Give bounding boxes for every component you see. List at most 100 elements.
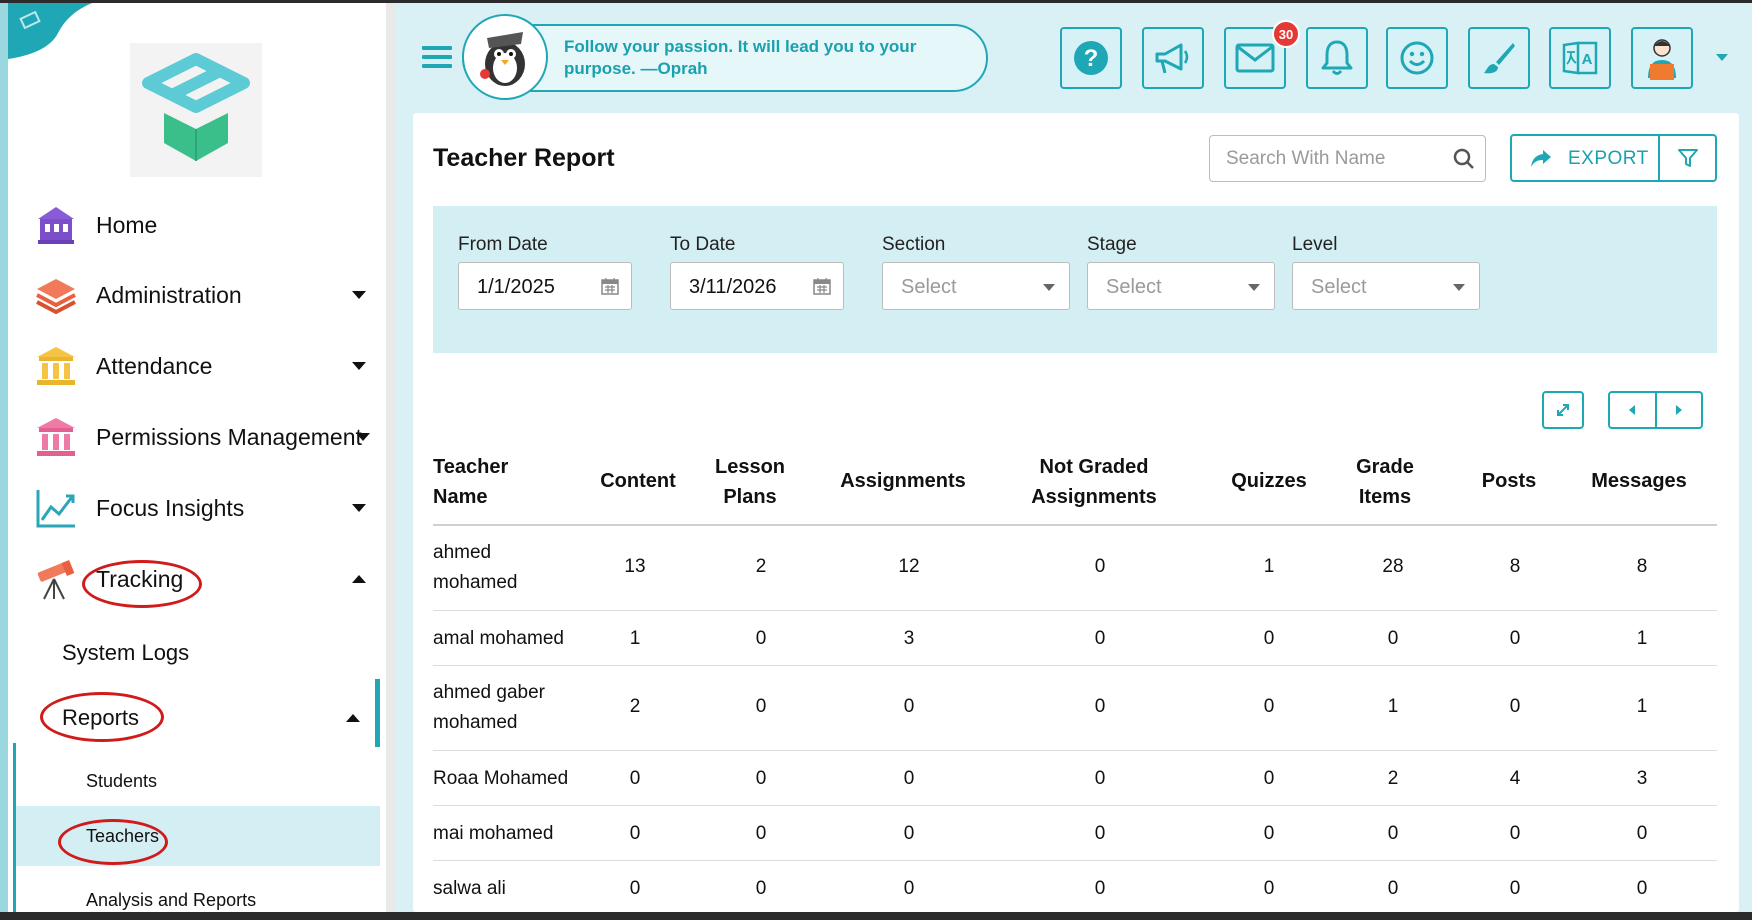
not-graded-cell: 0	[1094, 628, 1106, 649]
stage-select-value: Select	[1106, 276, 1162, 298]
caret-right-icon	[1675, 405, 1682, 415]
table-row[interactable]: ahmed gaber mohamed 2 0 0 0 0 1 0 1	[433, 666, 1717, 751]
profile-button[interactable]	[1631, 27, 1693, 89]
column-header[interactable]: Assignments	[833, 466, 973, 496]
school-logo[interactable]	[130, 43, 262, 177]
table-row[interactable]: Roaa Mohamed 0 0 0 0 0 2 4 3	[433, 751, 1717, 806]
announcements-button[interactable]	[1142, 27, 1204, 89]
calendar-icon[interactable]	[813, 277, 831, 295]
not-graded-cell: 0	[1094, 823, 1106, 844]
sidebar-item-analysis[interactable]: Analysis and Reports	[0, 885, 380, 912]
layers-icon	[34, 273, 78, 317]
calendar-icon[interactable]	[601, 277, 619, 295]
chevron-down-icon	[1453, 284, 1465, 291]
lesson-plans-cell: 0	[755, 768, 767, 789]
theme-button[interactable]	[1468, 27, 1530, 89]
not-graded-cell: 0	[1094, 768, 1106, 789]
grade-items-cell: 0	[1387, 878, 1399, 899]
sidebar-item-label: Reports	[62, 705, 140, 730]
sidebar-item-home[interactable]: Home	[0, 197, 386, 253]
scroll-right-button[interactable]	[1657, 393, 1702, 427]
content-cell: 1	[629, 628, 641, 649]
sidebar-item-attendance[interactable]: Attendance	[0, 338, 386, 394]
table-row[interactable]: amal mohamed 1 0 3 0 0 0 0 1	[433, 611, 1717, 666]
translate-icon: A	[1562, 41, 1598, 75]
quizzes-cell: 0	[1263, 768, 1275, 789]
mascot-avatar	[462, 14, 548, 100]
column-header[interactable]: Lesson Plans	[710, 452, 790, 512]
assignments-cell: 0	[903, 768, 915, 789]
fullscreen-button[interactable]	[1542, 391, 1584, 429]
sidebar-item-administration[interactable]: Administration	[0, 267, 386, 323]
export-label: EXPORT	[1568, 148, 1649, 169]
chevron-down-icon	[356, 433, 370, 441]
profile-icon	[1648, 39, 1676, 80]
sidebar-item-students[interactable]: Students	[0, 763, 380, 799]
search-input[interactable]	[1226, 146, 1446, 172]
help-button[interactable]: ?	[1060, 27, 1122, 89]
chevron-up-icon	[346, 714, 360, 722]
assignments-cell: 0	[903, 823, 915, 844]
column-header[interactable]: Grade Items	[1350, 452, 1420, 512]
language-button[interactable]: A	[1549, 27, 1611, 89]
sidebar-item-teachers[interactable]: Teachers	[16, 806, 380, 866]
sidebar-item-label: Analysis and Reports	[86, 889, 257, 910]
posts-cell: 8	[1509, 556, 1521, 577]
mail-icon	[1235, 43, 1275, 73]
messages-cell: 8	[1636, 556, 1648, 577]
sidebar-item-label: Students	[86, 770, 158, 791]
column-header[interactable]: Quizzes	[1219, 466, 1319, 496]
section-label: Section	[882, 234, 946, 255]
search-field[interactable]	[1209, 135, 1486, 182]
table-row[interactable]: salwa ali 0 0 0 0 0 0 0 0	[433, 861, 1717, 911]
sidebar-item-reports[interactable]: Reports	[0, 698, 380, 738]
column-header[interactable]: Content	[583, 466, 693, 496]
svg-text:?: ?	[1084, 45, 1099, 72]
table-row[interactable]: ahmed mohamed 13 2 12 0 1 28 8 8	[433, 526, 1717, 611]
sidebar-item-permissions[interactable]: Permissions Management	[0, 409, 386, 465]
menu-toggle-icon[interactable]	[422, 46, 452, 68]
share-arrow-icon	[1531, 150, 1551, 167]
assignments-cell: 3	[903, 628, 915, 649]
to-date-value: 3/11/2026	[689, 276, 777, 298]
teacher-name-cell: Roaa Mohamed	[433, 768, 569, 789]
home-icon	[34, 203, 78, 247]
from-date-input[interactable]: 1/1/2025	[458, 262, 632, 310]
messages-cell: 3	[1636, 768, 1648, 789]
teacher-name-cell: ahmed gaber mohamed	[433, 682, 545, 733]
assignments-cell: 12	[898, 556, 920, 577]
assignments-cell: 0	[903, 878, 915, 899]
table-row[interactable]: mai mohamed 0 0 0 0 0 0 0 0	[433, 806, 1717, 861]
notifications-button[interactable]	[1306, 27, 1368, 89]
column-header[interactable]: Not Graded Assignments	[1029, 452, 1159, 512]
sidebar-item-label: Teachers	[86, 825, 160, 846]
quizzes-cell: 0	[1263, 696, 1275, 717]
export-button[interactable]: EXPORT	[1512, 136, 1660, 180]
section-select-value: Select	[901, 276, 957, 298]
table-header-row: Teacher Name Content Lesson Plans Assign…	[433, 446, 1717, 526]
chevron-down-icon[interactable]	[1716, 54, 1728, 61]
sidebar-scrollbar[interactable]	[386, 3, 396, 912]
mood-button[interactable]	[1386, 27, 1448, 89]
scroll-left-button[interactable]	[1610, 393, 1657, 427]
sidebar-item-focus-insights[interactable]: Focus Insights	[0, 480, 386, 536]
column-header[interactable]: Messages	[1584, 466, 1694, 496]
sidebar-item-system-logs[interactable]: System Logs	[0, 633, 380, 673]
grade-items-cell: 0	[1387, 823, 1399, 844]
content-cell: 0	[629, 878, 641, 899]
chevron-down-icon	[352, 362, 366, 370]
stage-select[interactable]: Select	[1087, 262, 1275, 310]
search-icon[interactable]	[1453, 148, 1475, 170]
sidebar-item-tracking[interactable]: Tracking	[0, 551, 386, 607]
column-header[interactable]: Teacher Name	[433, 452, 543, 512]
teacher-name-cell: ahmed mohamed	[433, 542, 518, 593]
brush-icon	[1484, 43, 1515, 74]
column-header[interactable]: Posts	[1469, 466, 1549, 496]
level-select[interactable]: Select	[1292, 262, 1480, 310]
filter-icon	[1677, 149, 1698, 167]
grade-items-cell: 28	[1382, 556, 1404, 577]
filter-button[interactable]	[1660, 136, 1715, 180]
section-select[interactable]: Select	[882, 262, 1070, 310]
to-date-input[interactable]: 3/11/2026	[670, 262, 844, 310]
chevron-down-icon	[352, 504, 366, 512]
